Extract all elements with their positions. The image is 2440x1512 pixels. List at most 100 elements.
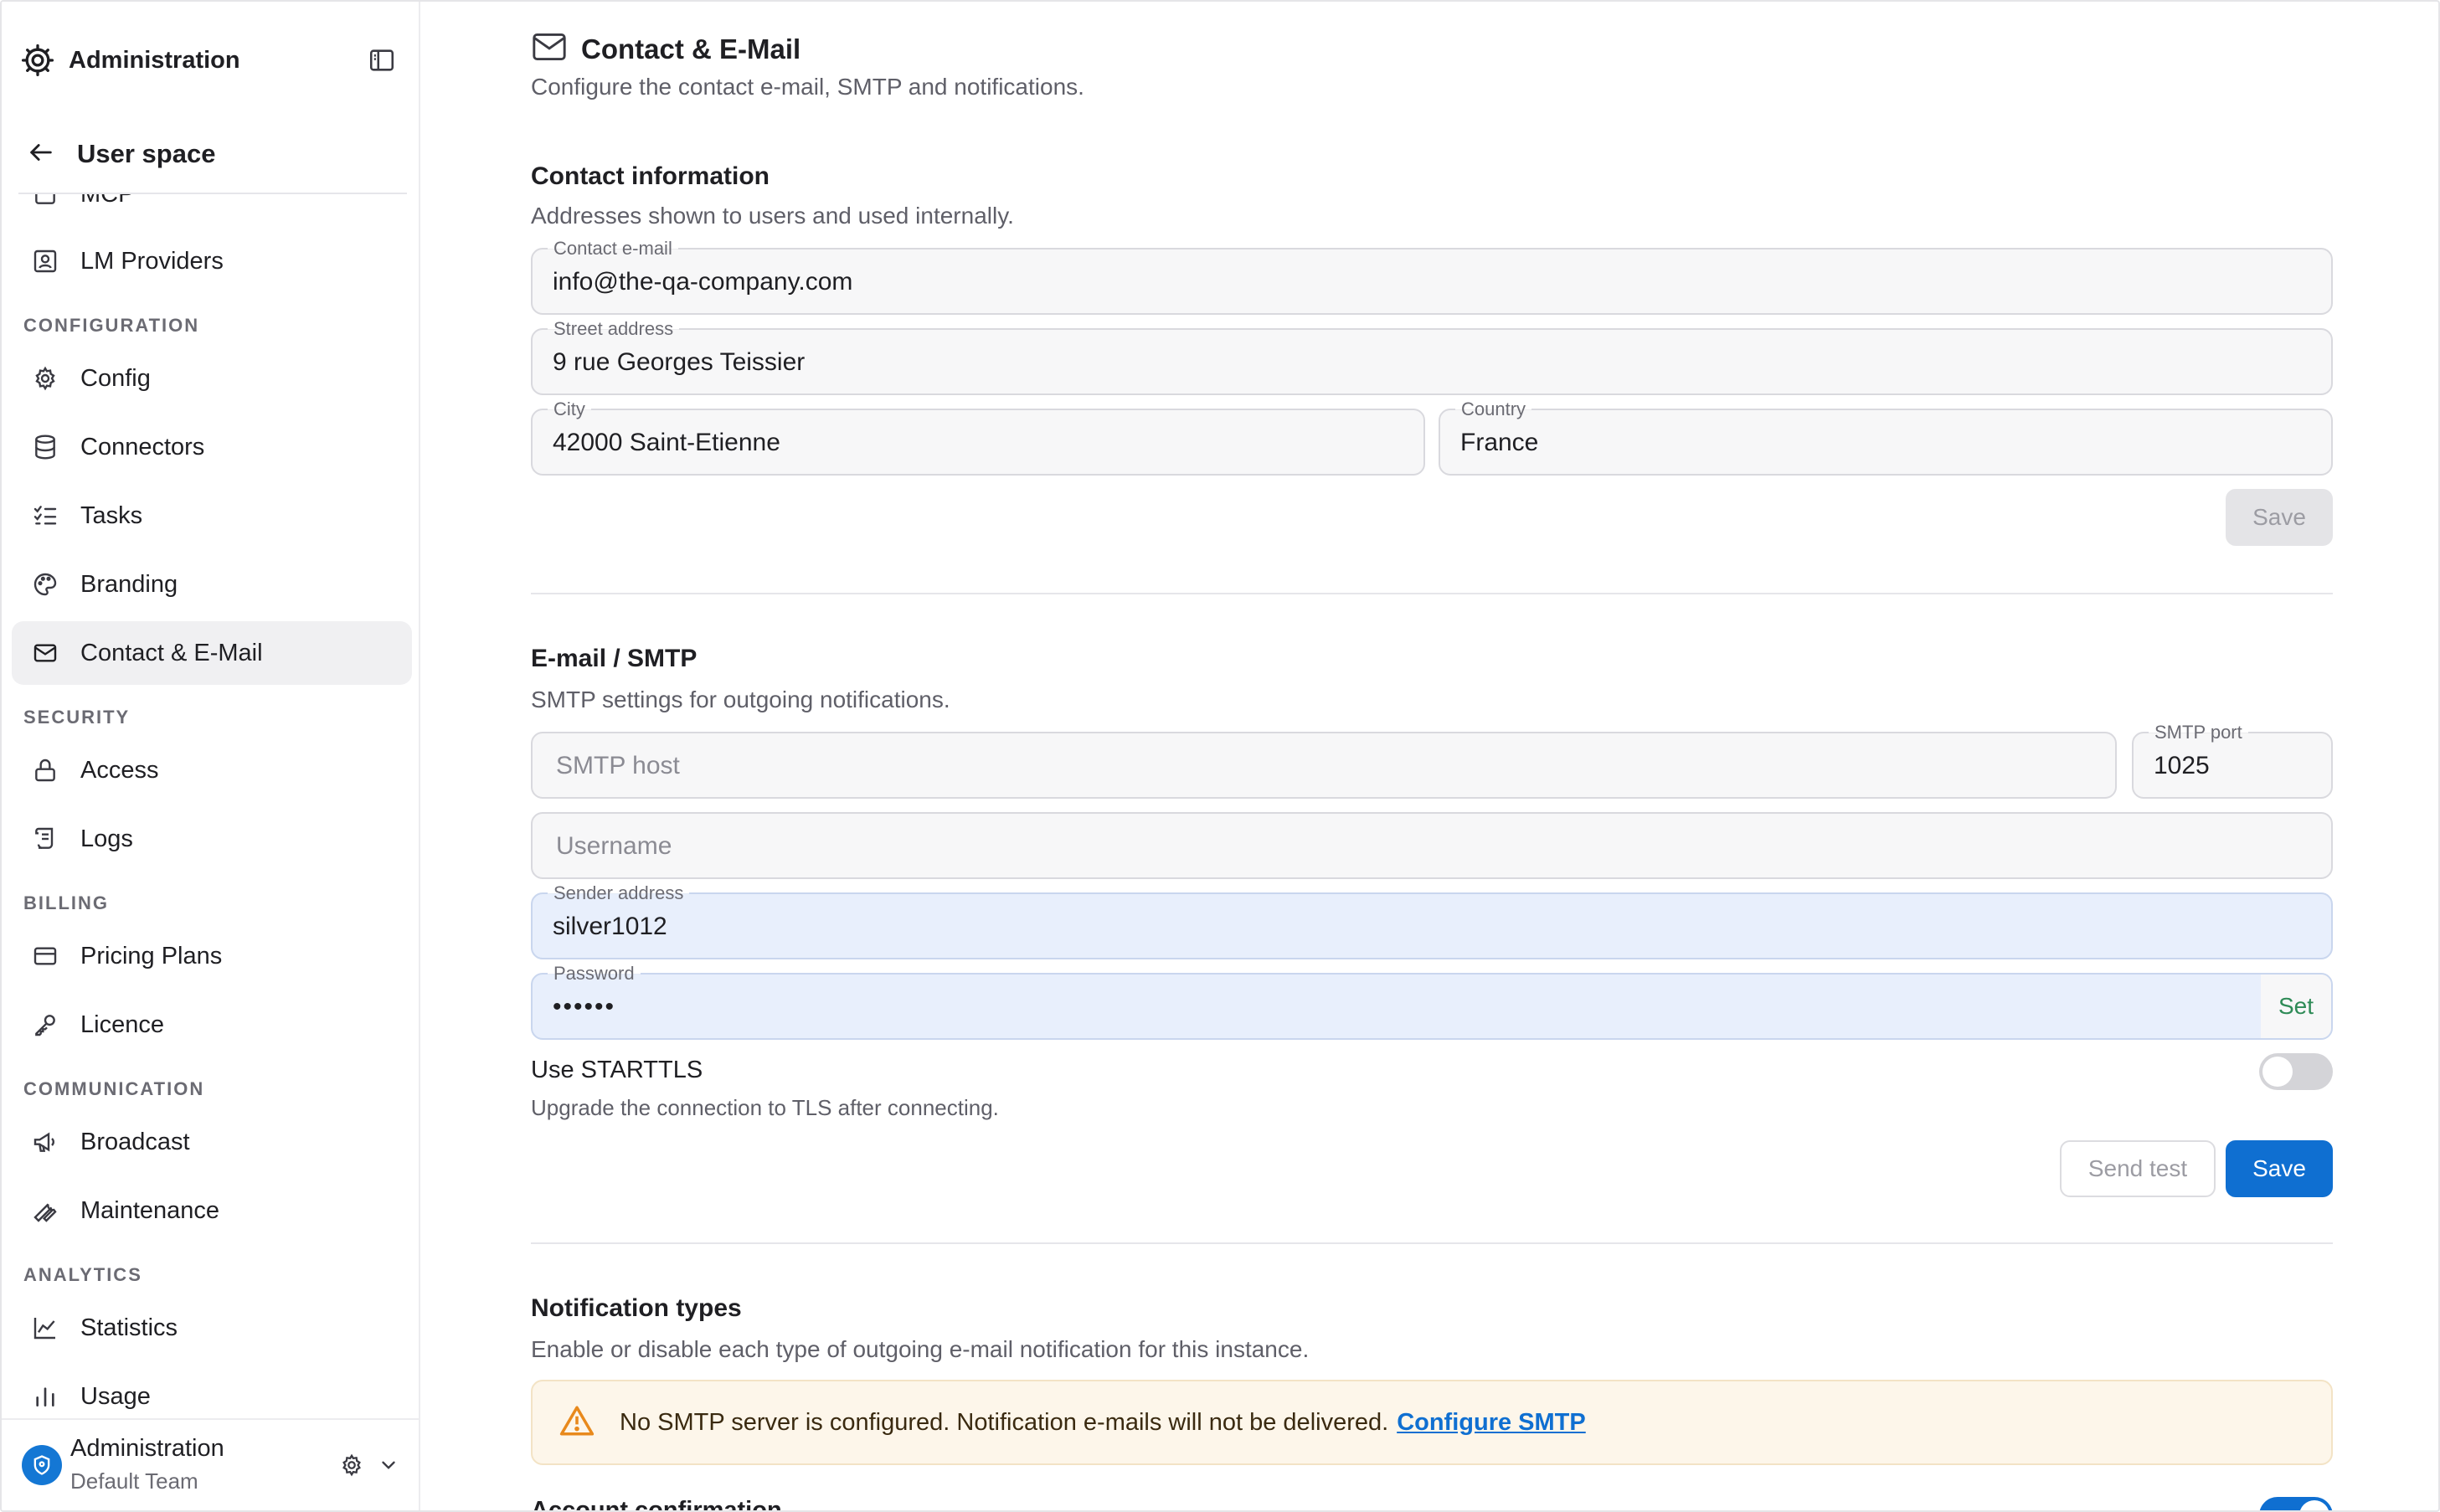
field-label: Sender address [548, 882, 690, 904]
sidebar-item-logs[interactable]: Logs [12, 807, 412, 871]
field-placeholder: SMTP host [556, 752, 680, 779]
sidebar-item-label: MCP [80, 194, 134, 208]
field-value: France [1460, 429, 1539, 456]
sidebar-item-label: Tasks [80, 501, 143, 529]
notifications-description: Enable or disable each type of outgoing … [531, 1336, 1310, 1362]
configure-smtp-link[interactable]: Configure SMTP [1397, 1409, 1586, 1437]
smtp-description: SMTP settings for outgoing notifications… [531, 687, 950, 712]
starttls-toggle[interactable] [2259, 1053, 2333, 1090]
sidebar-item-lm-providers[interactable]: LM Providers [12, 229, 412, 293]
sidebar-item-label: Connectors [80, 433, 205, 460]
city-field[interactable]: City 42000 Saint-Etienne [531, 399, 1425, 476]
sidebar-nav[interactable]: MCP LM Providers CONFIGURATION Config Co… [2, 194, 419, 1418]
back-to-user-space[interactable]: User space [27, 129, 215, 179]
sidebar-item-label: Usage [80, 1382, 151, 1410]
bar-chart-icon [30, 1381, 60, 1412]
line-chart-icon [30, 1313, 60, 1343]
field-label: Contact e-mail [548, 238, 678, 260]
checklist-icon [30, 501, 60, 531]
sidebar-item-label: Pricing Plans [80, 942, 223, 969]
field-value: •••••• [553, 993, 616, 1021]
sidebar-item-label: LM Providers [80, 247, 224, 275]
plug-icon [30, 194, 60, 209]
sidebar-item-label: Statistics [80, 1314, 178, 1341]
arrow-left-icon [27, 138, 55, 171]
sidebar-item-branding[interactable]: Branding [12, 553, 412, 616]
sidebar-header: Administration [18, 35, 404, 85]
contact-save-button[interactable]: Save [2226, 489, 2333, 546]
sidebar-item-licence[interactable]: Licence [12, 993, 412, 1057]
lock-icon [30, 755, 60, 785]
contact-heading: Contact information [531, 162, 770, 190]
alert-text: No SMTP server is configured. Notificati… [620, 1408, 1389, 1436]
sidebar-item-access[interactable]: Access [12, 738, 412, 802]
sidebar-item-pricing-plans[interactable]: Pricing Plans [12, 924, 412, 988]
send-test-button[interactable]: Send test [2060, 1140, 2216, 1197]
contact-email-field[interactable]: Contact e-mail info@the-qa-company.com [531, 238, 2333, 315]
wrench-icon [30, 1196, 60, 1226]
sidebar-item-label: Logs [80, 825, 133, 852]
database-icon [30, 432, 60, 462]
field-placeholder: Username [556, 832, 672, 860]
toggle-knob [2262, 1057, 2293, 1087]
account-confirmation-toggle[interactable] [2259, 1497, 2333, 1510]
field-value: silver1012 [553, 913, 667, 940]
team-avatar [22, 1445, 62, 1485]
notification-item-label: Account confirmation [531, 1497, 782, 1512]
sidebar-footer[interactable]: Administration Default Team [2, 1418, 419, 1510]
sidebar-item-usage[interactable]: Usage [12, 1365, 412, 1418]
section-label-communication: COMMUNICATION [23, 1078, 205, 1099]
sidebar-item-tasks[interactable]: Tasks [12, 484, 412, 548]
password-set-button[interactable]: Set [2261, 975, 2331, 1038]
sidebar-item-contact-email[interactable]: Contact & E-Mail [12, 621, 412, 685]
page-title: Contact & E-Mail [581, 33, 801, 64]
sidebar-item-maintenance[interactable]: Maintenance [12, 1179, 412, 1242]
back-label: User space [77, 139, 216, 168]
smtp-heading: E-mail / SMTP [531, 645, 698, 672]
warning-triangle-icon [559, 1404, 595, 1442]
section-divider [531, 1242, 2333, 1244]
footer-team: Default Team [70, 1468, 198, 1494]
username-input[interactable]: Username [531, 812, 2333, 879]
chevron-down-icon[interactable] [373, 1448, 404, 1482]
mail-icon [531, 30, 568, 68]
sidebar-toggle-icon[interactable] [365, 44, 399, 77]
section-label-security: SECURITY [23, 707, 131, 728]
credit-card-icon [30, 941, 60, 971]
sender-address-input[interactable]: Sender address silver1012 [531, 882, 2333, 959]
sidebar-item-label: Branding [80, 570, 178, 598]
sidebar-item-mcp[interactable]: MCP [12, 194, 412, 226]
field-value: 42000 Saint-Etienne [553, 429, 780, 456]
smtp-save-button[interactable]: Save [2226, 1140, 2333, 1197]
sidebar-item-label: Broadcast [80, 1128, 190, 1155]
field-label: SMTP port [2149, 722, 2248, 743]
sidebar-item-config[interactable]: Config [12, 347, 412, 410]
key-icon [30, 1010, 60, 1040]
sidebar-item-label: Contact & E-Mail [80, 639, 263, 666]
sidebar-item-label: Config [80, 364, 151, 392]
password-input[interactable]: Password •••••• Set [531, 963, 2333, 1040]
sidebar-item-broadcast[interactable]: Broadcast [12, 1110, 412, 1174]
street-address-field[interactable]: Street address 9 rue Georges Teissier [531, 318, 2333, 395]
sidebar: Administration User space MCP LM Provide… [2, 2, 420, 1510]
sidebar-title: Administration [69, 46, 240, 74]
toggle-knob [2299, 1500, 2329, 1510]
app-window: Administration User space MCP LM Provide… [0, 0, 2440, 1512]
section-label-analytics: ANALYTICS [23, 1264, 142, 1285]
sidebar-item-statistics[interactable]: Statistics [12, 1296, 412, 1360]
smtp-port-input[interactable]: SMTP port 1025 [2132, 722, 2333, 799]
country-field[interactable]: Country France [1439, 399, 2333, 476]
starttls-label: Use STARTTLS [531, 1057, 703, 1083]
sidebar-item-connectors[interactable]: Connectors [12, 415, 412, 479]
field-label: Password [548, 963, 641, 985]
sidebar-item-label: Access [80, 756, 159, 784]
megaphone-icon [30, 1127, 60, 1157]
field-value: 1025 [2154, 752, 2210, 779]
smtp-warning-alert: No SMTP server is configured. Notificati… [531, 1380, 2333, 1465]
section-label-billing: BILLING [23, 892, 109, 913]
footer-name: Administration [70, 1435, 224, 1462]
section-label-configuration: CONFIGURATION [23, 315, 200, 336]
settings-gear-icon[interactable] [335, 1448, 368, 1482]
notifications-heading: Notification types [531, 1294, 742, 1322]
smtp-host-input[interactable]: SMTP host [531, 732, 2117, 799]
